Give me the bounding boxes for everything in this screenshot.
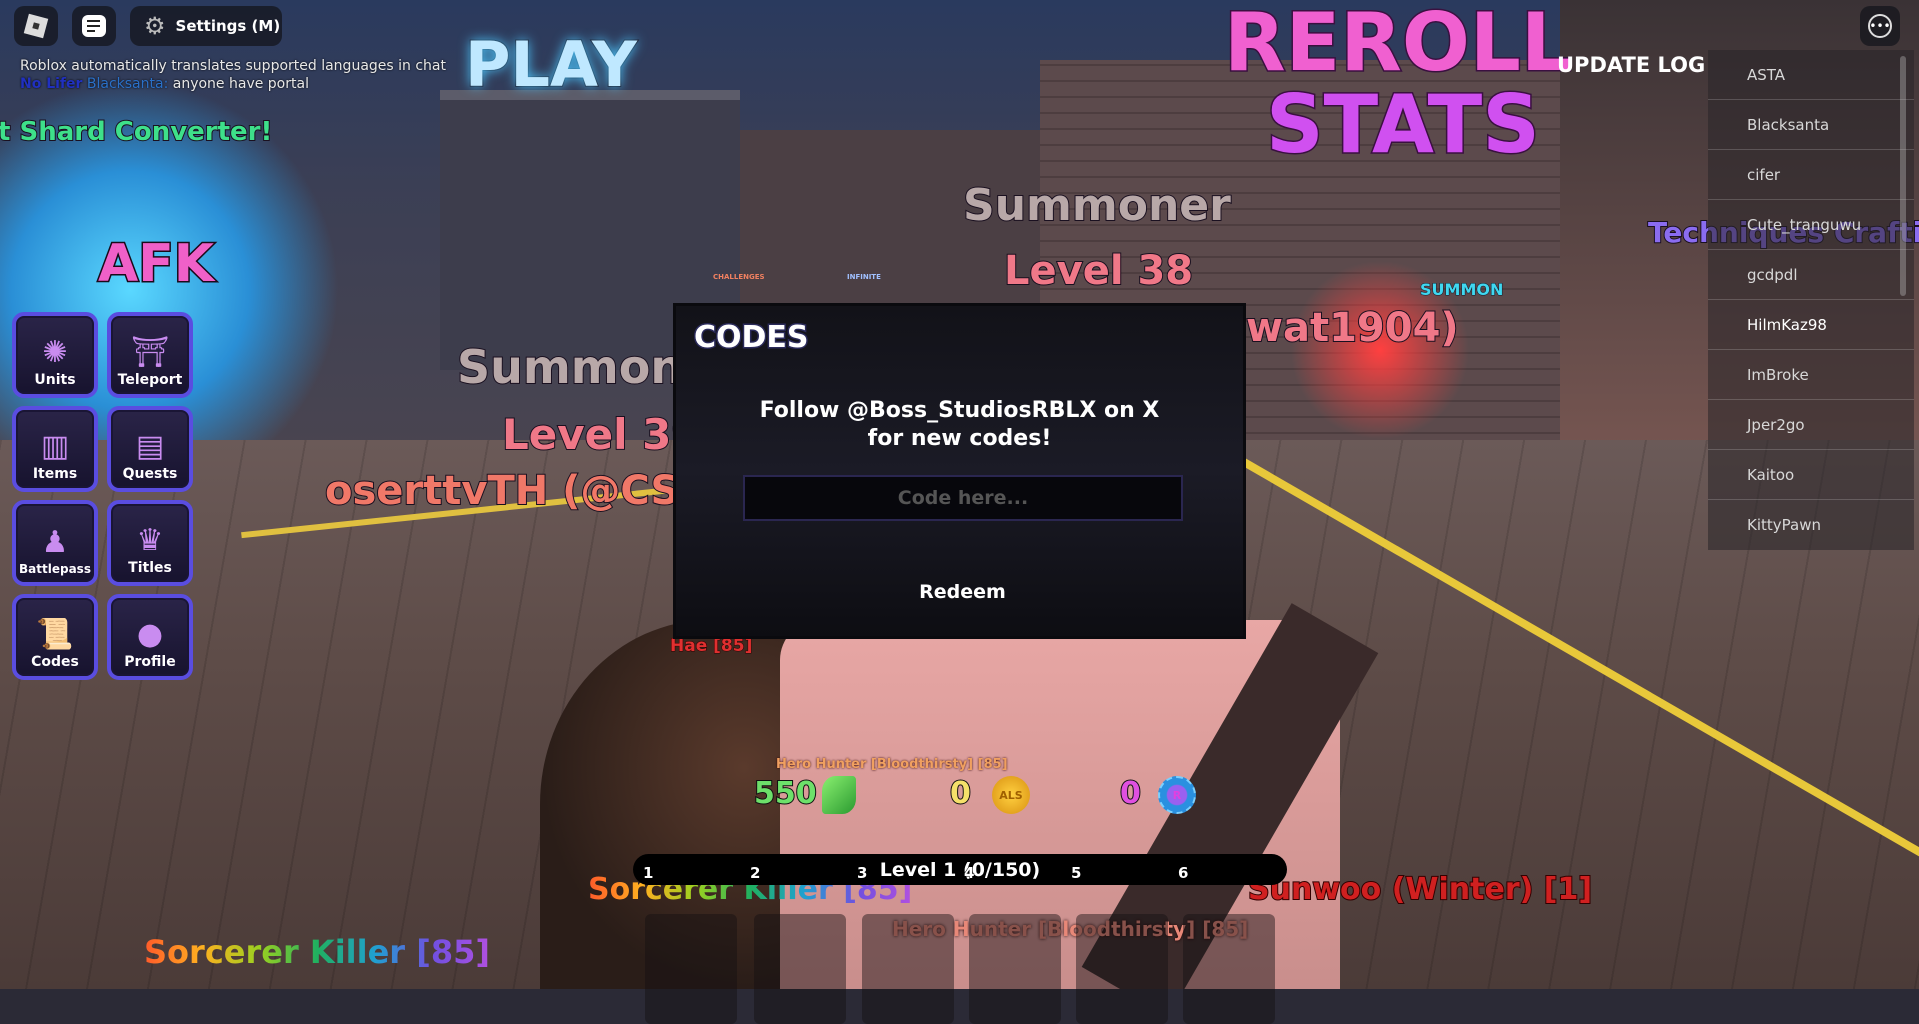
person-glow-icon: ✺ (42, 335, 68, 370)
units-button[interactable]: ✺ Units (12, 312, 98, 398)
profile-label: Profile (124, 654, 176, 671)
settings-button[interactable]: ⚙ Settings (M) (130, 6, 282, 46)
follow-message: Follow @Boss_StudiosRBLX on X for new co… (759, 398, 1160, 451)
titles-button[interactable]: ♛ Titles (107, 500, 193, 586)
play-sign: PLAY (464, 27, 638, 102)
chat-system-message: Roblox automatically translates supporte… (20, 58, 446, 74)
codes-label: Codes (31, 654, 80, 671)
sunwoo-title: Sunwoo (Winter) [1] (1247, 871, 1593, 908)
battlepass-label: Battlepass (19, 562, 92, 577)
reroll-text: REROLL (1223, 0, 1574, 89)
challenges-label: CHALLENGES (713, 273, 765, 281)
infinite-label: INFINITE (847, 273, 881, 281)
player-row[interactable]: gcdpdl (1708, 250, 1914, 300)
green-crystal-icon (822, 776, 856, 814)
battlepass-button[interactable]: ♟ Battlepass (12, 500, 98, 586)
scroll-icon: 📜 (36, 617, 74, 652)
player-name: wat1904) (1245, 304, 1460, 352)
rerolls-count: 0 (1119, 775, 1142, 812)
summon-label: SUMMON (1419, 280, 1504, 300)
gems-count: 550 (753, 775, 818, 812)
chat-text: anyone have portal (172, 76, 309, 92)
modal-message: Follow @Boss_StudiosRBLX on X for new co… (676, 397, 1243, 453)
player-row[interactable]: Kaitoo (1708, 450, 1914, 500)
ellipsis-icon: ••• (1868, 14, 1892, 38)
items-label: Items (32, 466, 78, 483)
reroll-stats-sign: REROLL STATS (1223, 0, 1574, 171)
player-level: Level 39 (501, 409, 702, 460)
player-row[interactable]: Blacksanta (1708, 100, 1914, 150)
quests-label: Quests (122, 466, 178, 483)
profile-button[interactable]: ● Profile (107, 594, 193, 680)
player-row[interactable]: cifer (1708, 150, 1914, 200)
chat-icon (82, 15, 106, 37)
stats-text: STATS (1265, 78, 1542, 171)
hotbar-slot[interactable] (1183, 914, 1275, 1024)
chat-message: No Lifer Blacksanta: anyone have portal (20, 75, 446, 93)
player-list: ASTA Blacksanta cifer Cute_tranguwu gcdp… (1708, 50, 1914, 550)
backpack-icon: ▥ (40, 429, 70, 464)
hotbar-slot[interactable] (969, 914, 1061, 1024)
teleport-label: Teleport (117, 372, 183, 389)
sorcerer-killer-title: Sorcerer Killer [85] (144, 933, 490, 971)
flexing-person-icon: ♟ (41, 525, 69, 560)
gear-icon: ⚙ (144, 12, 166, 40)
book-icon: ▤ (135, 429, 165, 464)
player-row[interactable]: ImBroke (1708, 350, 1914, 400)
shard-converter-label: t Shard Converter! (0, 116, 273, 148)
torii-gate-icon: ⛩ (130, 335, 170, 370)
codes-button[interactable]: 📜 Codes (12, 594, 98, 680)
als-coin-icon: ALS (992, 776, 1030, 814)
more-options-button[interactable]: ••• (1860, 6, 1900, 46)
hotbar-slot[interactable] (862, 914, 954, 1024)
summoner-title: Summoner (962, 179, 1232, 232)
coins-count: 0 (949, 775, 972, 812)
crown-icon: ♛ (136, 523, 164, 558)
redeem-button[interactable]: Redeem (876, 571, 1049, 613)
units-label: Units (34, 372, 76, 389)
hotbar-slot[interactable] (1076, 914, 1168, 1024)
reroll-token-icon: R (1158, 776, 1196, 814)
level-progress-bar: Level 1 (0/150) (633, 854, 1287, 885)
player-row[interactable]: Jper2go (1708, 400, 1914, 450)
player-row[interactable]: Cute_tranguwu (1708, 200, 1914, 250)
slot-number: 6 (1177, 864, 1189, 883)
afk-label: AFK (96, 233, 215, 296)
chat-tag: No Lifer (20, 76, 83, 92)
hotbar-slot[interactable] (645, 914, 737, 1024)
hero-hunter-title: Hero Hunter [Bloodthirsty] [85] (776, 757, 1008, 772)
slot-number: 5 (1070, 864, 1082, 883)
chat-toggle-button[interactable] (72, 6, 116, 46)
level-label: Level 1 (0/150) (879, 858, 1041, 881)
modal-title: CODES (693, 319, 811, 357)
update-log-button[interactable]: UPDATE LOG (1557, 53, 1705, 77)
user-icon: ● (136, 617, 164, 652)
player-row-local[interactable]: HilmKaz98 (1708, 300, 1914, 350)
hae-label: Hae [85] (669, 636, 753, 657)
titles-label: Titles (128, 560, 173, 577)
slot-number: 1 (642, 864, 654, 883)
player-row[interactable]: KittyPawn (1708, 500, 1914, 550)
items-button[interactable]: ▥ Items (12, 406, 98, 492)
roblox-logo-icon (23, 13, 49, 39)
player-row[interactable]: ASTA (1708, 50, 1914, 100)
slot-number: 3 (856, 864, 868, 883)
roblox-menu-button[interactable] (14, 6, 58, 46)
player-level: Level 38 (1003, 247, 1194, 295)
chat-username: Blacksanta: (86, 76, 169, 92)
slot-number: 4 (963, 864, 975, 883)
hotbar-slot[interactable] (754, 914, 846, 1024)
code-input[interactable] (743, 475, 1183, 521)
settings-label: Settings (M) (175, 17, 281, 35)
teleport-button[interactable]: ⛩ Teleport (107, 312, 193, 398)
chat-window: Roblox automatically translates supporte… (20, 57, 446, 93)
slot-number: 2 (749, 864, 761, 883)
codes-modal: CODES Follow @Boss_StudiosRBLX on X for … (673, 303, 1246, 639)
player-list-scrollbar[interactable] (1900, 56, 1906, 296)
player-name: oserttvTH (@CS (324, 467, 680, 515)
quests-button[interactable]: ▤ Quests (107, 406, 193, 492)
